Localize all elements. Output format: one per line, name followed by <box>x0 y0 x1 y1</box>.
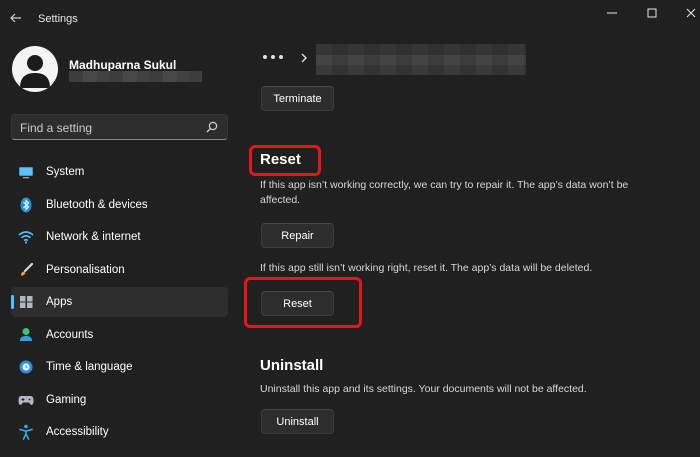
window-title: Settings <box>38 13 78 25</box>
sidebar-item-system[interactable]: System <box>11 157 228 187</box>
sidebar-item-label: Time & language <box>46 361 133 373</box>
person-icon <box>18 327 34 343</box>
sidebar-item-time-language[interactable]: Time & language <box>11 352 228 382</box>
sidebar-item-gaming[interactable]: Gaming <box>11 385 228 415</box>
gamepad-icon <box>18 392 34 408</box>
avatar[interactable] <box>12 46 58 92</box>
close-icon <box>686 8 696 18</box>
sidebar-nav: System Bluetooth & devices Network & int… <box>11 157 228 450</box>
title-bar: Settings <box>0 0 700 36</box>
brush-icon <box>18 262 34 278</box>
sidebar-item-accessibility[interactable]: Accessibility <box>11 417 228 447</box>
chevron-right-icon <box>301 53 307 63</box>
monitor-icon <box>18 164 34 180</box>
repair-description: If this app isn’t working correctly, we … <box>260 179 629 206</box>
person-silhouette-icon <box>20 55 50 88</box>
apps-icon <box>18 294 34 310</box>
arrow-left-icon <box>10 13 21 23</box>
search-icon <box>206 121 218 133</box>
user-name: Madhuparna Sukul <box>69 58 177 72</box>
close-button[interactable] <box>676 4 700 22</box>
sidebar-item-label: Gaming <box>46 393 87 406</box>
globe-clock-icon <box>18 359 34 375</box>
minimize-button[interactable] <box>597 4 627 22</box>
uninstall-description: Uninstall this app and its settings. You… <box>260 383 587 395</box>
wifi-icon <box>18 229 34 245</box>
terminate-button[interactable]: Terminate <box>261 86 334 111</box>
user-email-redacted <box>69 71 202 82</box>
reset-button-highlight <box>244 277 362 328</box>
sidebar-item-label: Accounts <box>46 328 94 341</box>
search-input[interactable]: Find a setting <box>11 114 228 140</box>
sidebar-item-label: Accessibility <box>46 426 109 438</box>
reset-description: If this app still isn’t working right, r… <box>260 262 593 274</box>
breadcrumb-app-name-redacted <box>316 44 526 75</box>
more-dot <box>279 55 283 59</box>
maximize-button[interactable] <box>637 4 667 22</box>
sidebar-item-network[interactable]: Network & internet <box>11 222 228 252</box>
sidebar-item-personalisation[interactable]: Personalisation <box>11 255 228 285</box>
breadcrumb-more-button[interactable] <box>263 50 283 64</box>
uninstall-heading: Uninstall <box>260 357 324 374</box>
maximize-icon <box>647 8 657 18</box>
sidebar-item-apps[interactable]: Apps <box>11 287 228 317</box>
sidebar-item-bluetooth[interactable]: Bluetooth & devices <box>11 190 228 220</box>
sidebar-item-label: Apps <box>46 296 73 308</box>
accessibility-icon <box>18 424 34 440</box>
bluetooth-icon <box>18 197 34 213</box>
more-dot <box>263 55 267 59</box>
sidebar-item-label: System <box>46 166 85 178</box>
reset-heading-highlight <box>249 145 321 176</box>
minimize-icon <box>607 12 617 14</box>
search-placeholder: Find a setting <box>20 121 93 135</box>
sidebar-item-label: Bluetooth & devices <box>46 198 148 211</box>
sidebar-item-label: Personalisation <box>46 263 125 276</box>
uninstall-button[interactable]: Uninstall <box>261 409 334 434</box>
sidebar-item-accounts[interactable]: Accounts <box>11 320 228 350</box>
back-button[interactable] <box>6 8 26 28</box>
sidebar-item-label: Network & internet <box>46 231 141 243</box>
repair-button[interactable]: Repair <box>261 223 334 248</box>
more-dot <box>271 55 275 59</box>
